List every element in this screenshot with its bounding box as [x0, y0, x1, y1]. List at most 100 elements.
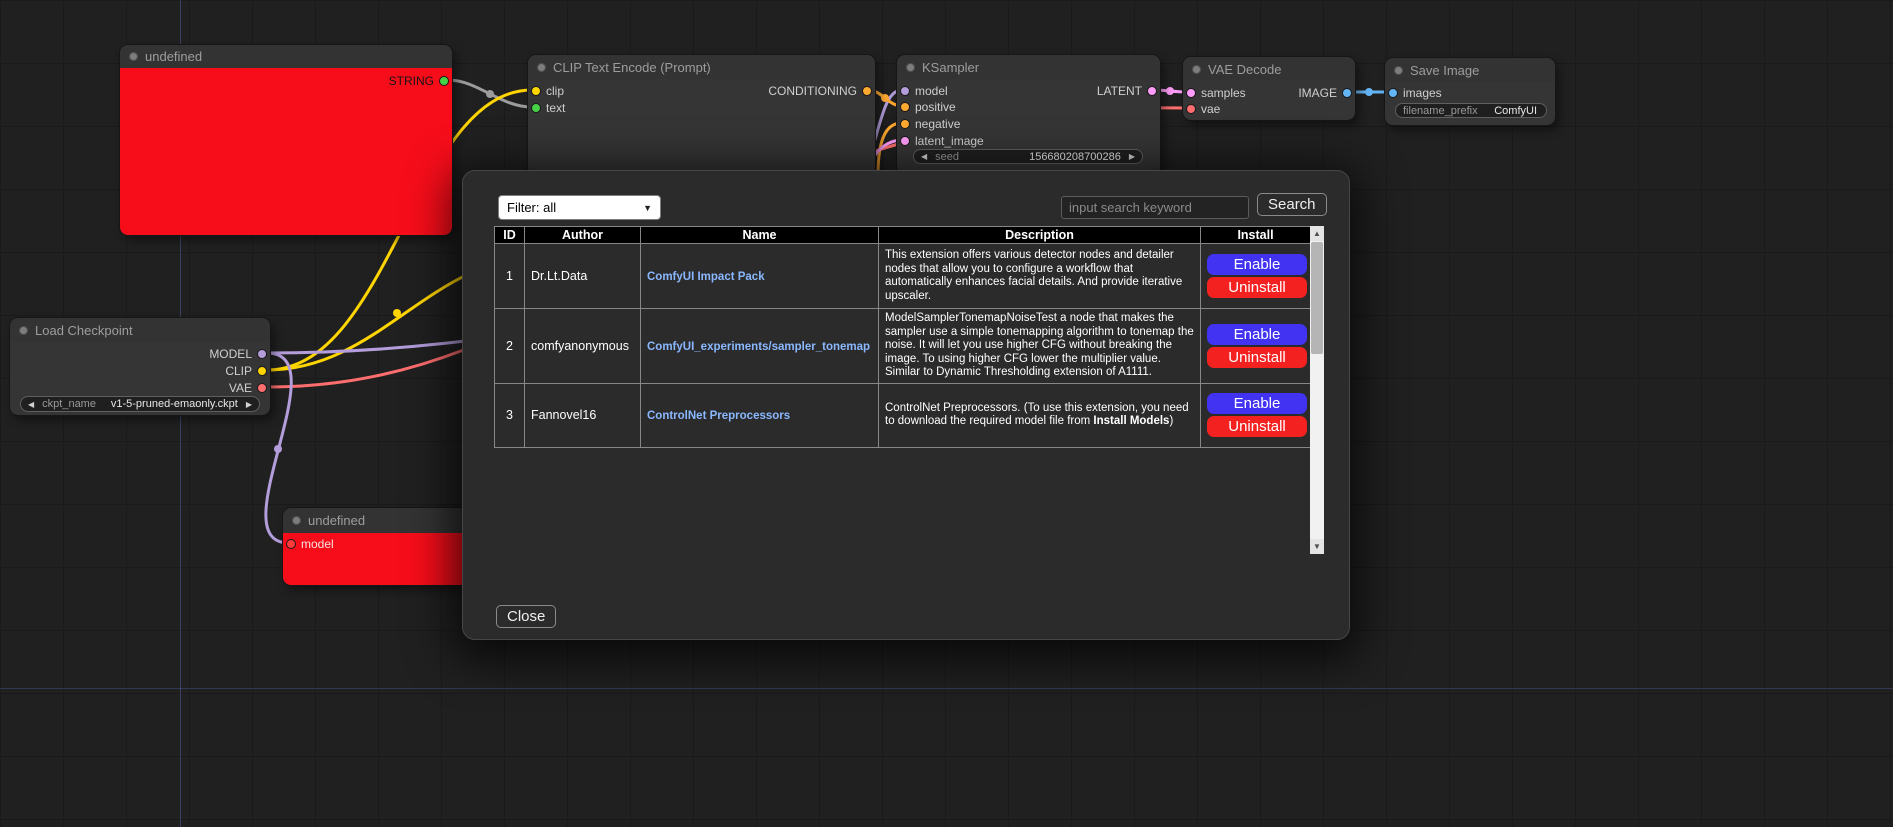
node-load-checkpoint[interactable]: Load Checkpoint MODEL CLIP VAE ◀ ckpt_na…: [10, 318, 270, 415]
clip-port-icon[interactable]: [531, 86, 541, 96]
image-port-icon[interactable]: [1388, 88, 1398, 98]
input-slot-model: model: [900, 84, 948, 97]
conditioning-port-icon[interactable]: [900, 119, 910, 129]
ckpt-name-widget[interactable]: ◀ ckpt_name v1-5-pruned-emaonly.ckpt ▶: [20, 396, 260, 412]
comfyui-canvas[interactable]: { "colors": { "c_model": "#b39ddb", "c_c…: [0, 0, 1893, 827]
decrement-arrow-icon[interactable]: ◀: [921, 152, 927, 161]
node-vae-decode[interactable]: VAE Decode samples vae IMAGE: [1183, 57, 1355, 120]
conditioning-port-icon[interactable]: [862, 86, 872, 96]
ext-author: Fannovel16: [525, 383, 641, 447]
node-header[interactable]: VAE Decode: [1183, 57, 1355, 81]
node-undefined-top[interactable]: undefined STRING: [120, 45, 452, 235]
ext-id: 2: [495, 309, 525, 384]
input-slot-vae: vae: [1186, 102, 1220, 115]
uninstall-button[interactable]: Uninstall: [1207, 416, 1307, 437]
slot-label: model: [915, 84, 948, 98]
slot-label: STRING: [389, 74, 434, 88]
node-header[interactable]: CLIP Text Encode (Prompt): [528, 55, 875, 79]
scrollbar[interactable]: ▲ ▼: [1310, 226, 1324, 554]
image-port-icon[interactable]: [1342, 88, 1352, 98]
chevron-down-icon: ▼: [643, 203, 652, 213]
extension-row: 3 Fannovel16 ControlNet Preprocessors Co…: [495, 383, 1311, 447]
scroll-down-arrow-icon[interactable]: ▼: [1310, 539, 1324, 554]
scrollbar-thumb[interactable]: [1311, 242, 1323, 354]
collapse-dot-icon[interactable]: [1192, 65, 1201, 74]
slot-label: vae: [1201, 102, 1220, 116]
slot-label: clip: [546, 84, 564, 98]
enable-button[interactable]: Enable: [1207, 324, 1307, 345]
model-port-icon[interactable]: [257, 349, 267, 359]
model-port-icon[interactable]: [286, 539, 296, 549]
ext-name-link[interactable]: ComfyUI Impact Pack: [647, 271, 765, 283]
vae-port-icon[interactable]: [1186, 104, 1196, 114]
filter-select[interactable]: Filter: all ▼: [498, 195, 661, 220]
node-header[interactable]: KSampler: [897, 55, 1160, 79]
ext-name-link[interactable]: ControlNet Preprocessors: [647, 410, 790, 422]
ext-description: ModelSamplerTonemapNoiseTest a node that…: [885, 312, 1194, 380]
ext-id: 1: [495, 244, 525, 309]
input-slot-negative: negative: [900, 117, 960, 130]
decrement-arrow-icon[interactable]: ◀: [28, 400, 34, 409]
link-dot: [881, 94, 889, 102]
input-slot-positive: positive: [900, 100, 956, 113]
filename-prefix-widget[interactable]: filename_prefix ComfyUI: [1395, 103, 1547, 118]
input-slot-images: images: [1388, 86, 1442, 99]
latent-port-icon[interactable]: [1186, 88, 1196, 98]
slot-label: latent_image: [915, 134, 984, 148]
search-button[interactable]: Search: [1257, 193, 1327, 216]
input-slot-latent-image: latent_image: [900, 134, 984, 147]
string-port-icon[interactable]: [531, 103, 541, 113]
node-title: undefined: [308, 513, 365, 528]
link-dot: [1166, 87, 1174, 95]
ext-name-link[interactable]: ComfyUI_experiments/sampler_tonemap: [647, 341, 870, 353]
enable-button[interactable]: Enable: [1207, 254, 1307, 275]
conditioning-port-icon[interactable]: [900, 102, 910, 112]
seed-widget[interactable]: ◀ seed 156680208700286 ▶: [913, 149, 1143, 164]
node-header[interactable]: undefined: [120, 45, 452, 68]
slot-label: VAE: [229, 381, 252, 395]
input-slot-clip: clip: [531, 84, 564, 97]
node-save-image[interactable]: Save Image images filename_prefix ComfyU…: [1385, 58, 1555, 125]
slot-label: CONDITIONING: [768, 84, 857, 98]
output-slot-string: STRING: [389, 74, 449, 87]
table-header-row: ID Author Name Description Install: [495, 227, 1311, 244]
close-button[interactable]: Close: [496, 605, 556, 628]
enable-button[interactable]: Enable: [1207, 393, 1307, 414]
node-title: VAE Decode: [1208, 62, 1281, 77]
uninstall-button[interactable]: Uninstall: [1207, 277, 1307, 298]
model-port-icon[interactable]: [900, 86, 910, 96]
node-header[interactable]: Load Checkpoint: [10, 318, 270, 342]
node-header[interactable]: Save Image: [1385, 58, 1555, 82]
collapse-dot-icon[interactable]: [129, 52, 138, 61]
string-port-icon[interactable]: [439, 76, 449, 86]
link-dot: [393, 309, 401, 317]
collapse-dot-icon[interactable]: [1394, 66, 1403, 75]
input-slot-model: model: [286, 537, 334, 550]
collapse-dot-icon[interactable]: [906, 63, 915, 72]
collapse-dot-icon[interactable]: [19, 326, 28, 335]
ext-description: ControlNet Preprocessors. (To use this e…: [885, 402, 1194, 429]
search-input[interactable]: [1061, 196, 1249, 219]
collapse-dot-icon[interactable]: [292, 516, 301, 525]
input-slot-samples: samples: [1186, 86, 1246, 99]
latent-port-icon[interactable]: [1147, 86, 1157, 96]
ext-author: Dr.Lt.Data: [525, 244, 641, 309]
extension-table-container: ID Author Name Description Install 1 Dr.…: [494, 226, 1324, 554]
col-header-description: Description: [879, 227, 1201, 244]
link-dot: [486, 90, 494, 98]
node-title: undefined: [145, 49, 202, 64]
uninstall-button[interactable]: Uninstall: [1207, 347, 1307, 368]
slot-label: CLIP: [225, 364, 252, 378]
latent-port-icon[interactable]: [900, 136, 910, 146]
increment-arrow-icon[interactable]: ▶: [246, 400, 252, 409]
node-title: Load Checkpoint: [35, 323, 133, 338]
node-ksampler[interactable]: KSampler model positive negative latent_…: [897, 55, 1160, 175]
widget-value: 156680208700286: [1029, 151, 1121, 163]
increment-arrow-icon[interactable]: ▶: [1129, 152, 1135, 161]
clip-port-icon[interactable]: [257, 366, 267, 376]
collapse-dot-icon[interactable]: [537, 63, 546, 72]
widget-value: ComfyUI: [1494, 105, 1537, 117]
node-clip-text-encode[interactable]: CLIP Text Encode (Prompt) clip text COND…: [528, 55, 875, 175]
vae-port-icon[interactable]: [257, 383, 267, 393]
scroll-up-arrow-icon[interactable]: ▲: [1310, 226, 1324, 241]
